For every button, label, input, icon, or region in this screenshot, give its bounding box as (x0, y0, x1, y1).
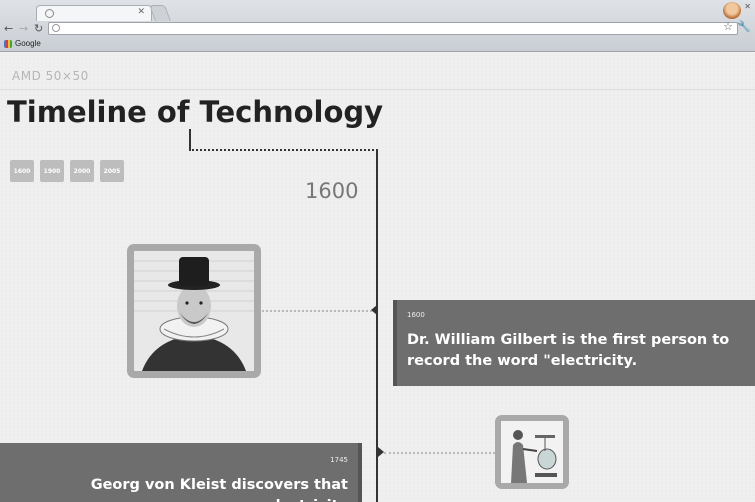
event-image-frame[interactable] (495, 415, 569, 489)
timeline-marker (378, 447, 384, 457)
browser-tab[interactable]: ✕ (36, 5, 152, 21)
tab-close-icon[interactable]: ✕ (137, 7, 145, 17)
illustration-leyden-jar (501, 421, 563, 483)
portrait-image (134, 251, 254, 371)
illustration-image (501, 421, 563, 483)
event-year: 1745 (330, 456, 348, 464)
event-connector (384, 452, 495, 454)
year-button-2000[interactable]: 2000 (70, 160, 94, 182)
window-close-icon[interactable]: ✕ (744, 2, 751, 11)
page-icon (52, 24, 60, 32)
bookmark-star-icon[interactable]: ☆ (723, 20, 733, 33)
event-description: Dr. William Gilbert is the first person … (407, 332, 730, 369)
site-header: AMD 50×50 (0, 53, 755, 90)
site-label: AMD 50×50 (12, 69, 89, 83)
new-tab-button[interactable] (149, 5, 171, 21)
event-card[interactable]: 1600 Dr. William Gilbert is the first pe… (393, 300, 755, 386)
profile-avatar-icon[interactable] (723, 2, 741, 19)
forward-arrow-icon[interactable]: → (19, 22, 28, 36)
address-bar[interactable]: ☆ (48, 20, 738, 35)
year-button-1900[interactable]: 1900 (40, 160, 64, 182)
event-image-frame[interactable] (127, 244, 261, 378)
year-navigation: 1600 1900 2000 2005 (10, 160, 124, 182)
year-button-1600[interactable]: 1600 (10, 160, 34, 182)
back-arrow-icon[interactable]: ← (4, 22, 13, 36)
timeline-marker (371, 305, 377, 315)
year-button-2005[interactable]: 2005 (100, 160, 124, 182)
browser-chrome: ✕ ✕ ← → ↻ ☆ 🔧 Google (0, 0, 755, 52)
event-description: Georg von Kleist discovers that electric… (90, 477, 348, 502)
reload-icon[interactable]: ↻ (34, 22, 43, 36)
bookmark-label: Google (15, 39, 41, 48)
google-icon (4, 39, 12, 48)
event-card[interactable]: 1745 Georg von Kleist discovers that ele… (0, 443, 362, 502)
year-heading: 1600 (305, 179, 359, 203)
page-title: Timeline of Technology (7, 95, 384, 129)
event-year: 1600 (407, 311, 425, 319)
page-content: AMD 50×50 Timeline of Technology 1600 19… (0, 53, 755, 502)
bookmark-google[interactable]: Google (4, 38, 41, 49)
timeline-hook-dotted (189, 149, 378, 151)
timeline-hook-vertical (189, 129, 191, 151)
portrait-william-gilbert (134, 251, 254, 371)
tab-favicon-icon (45, 9, 54, 18)
wrench-menu-icon[interactable]: 🔧 (737, 20, 751, 33)
event-connector (262, 310, 372, 312)
